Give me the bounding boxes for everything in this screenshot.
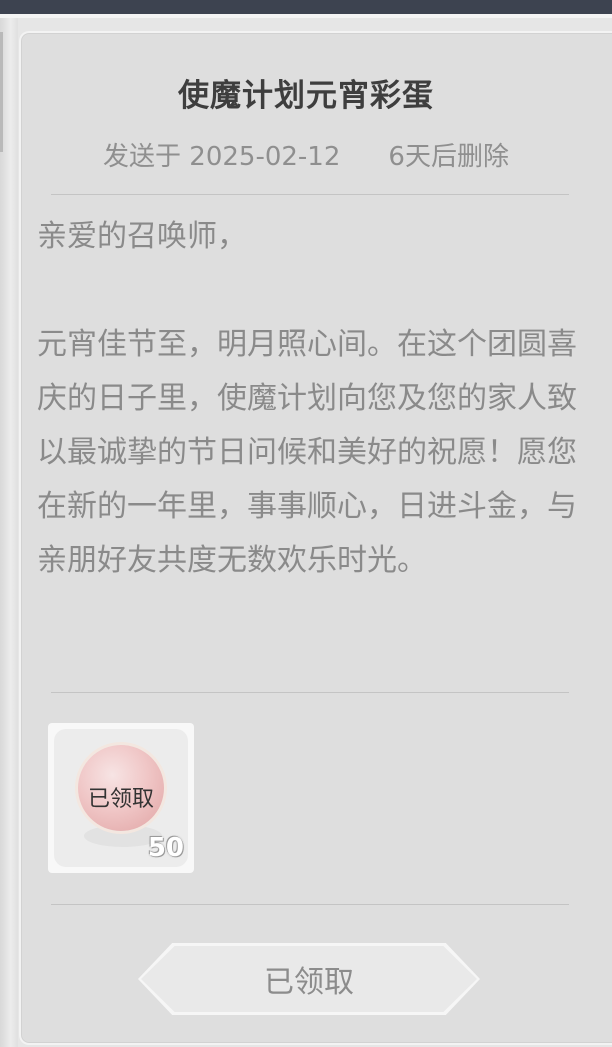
- claim-button[interactable]: 已领取: [138, 943, 480, 1015]
- top-bar: [0, 0, 612, 14]
- mail-expiry: 6天后删除: [388, 142, 509, 172]
- body-divider: [51, 692, 569, 693]
- mail-sent-date: 发送于 2025-02-12: [103, 142, 341, 172]
- header-divider: [51, 194, 569, 195]
- claim-button-label: 已领取: [264, 965, 354, 1000]
- attachment-status: 已领取: [87, 787, 154, 812]
- mail-meta: 发送于 2025-02-12 6天后删除: [0, 136, 612, 173]
- footer-divider: [51, 904, 569, 905]
- attachment-slot[interactable]: 已领取 50: [48, 723, 194, 873]
- mail-title: 使魔计划元宵彩蛋: [178, 78, 434, 114]
- top-bar-divider: [0, 14, 612, 18]
- mail-body: 亲爱的召唤师， 元宵佳节至，明月照心间。在这个团圆喜庆的日子里，使魔计划向您及您…: [37, 219, 577, 578]
- attachment-count: 50: [147, 833, 184, 863]
